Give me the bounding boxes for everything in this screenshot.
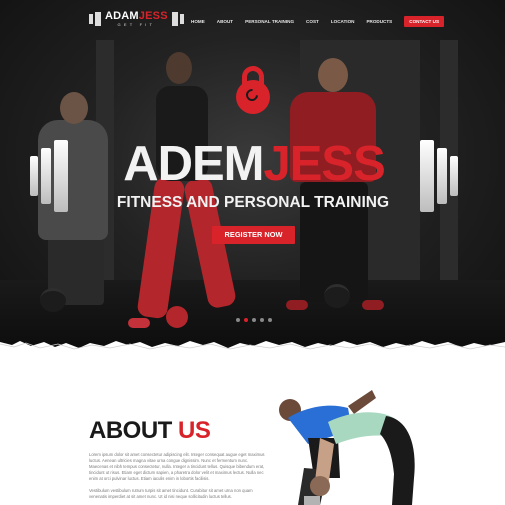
about-paragraph: Vestibulum vestibulum rutrum turpis sit … bbox=[89, 488, 253, 499]
dumbbell-icon bbox=[95, 12, 101, 26]
contact-us-button[interactable]: CONTACT US bbox=[404, 16, 445, 27]
nav-home[interactable]: HOME bbox=[191, 19, 205, 24]
register-button[interactable]: REGISTER NOW bbox=[212, 226, 295, 244]
nav-about[interactable]: ABOUT bbox=[217, 19, 233, 24]
logo-text-white: ADAM bbox=[105, 10, 139, 22]
slider-dot-active[interactable] bbox=[244, 318, 248, 322]
slider-dot[interactable] bbox=[268, 318, 272, 322]
dumbbell-icon bbox=[171, 12, 178, 26]
about-paragraph: Lorem ipsum dolor sit amet consectetur a… bbox=[89, 452, 265, 481]
hero-section: ADEMJESS FITNESS AND PERSONAL TRAINING R… bbox=[0, 0, 505, 350]
hero-title-red: JESS bbox=[263, 137, 385, 191]
nav-personal-training[interactable]: PERSONAL TRAINING bbox=[245, 19, 294, 24]
kettlebell-icon bbox=[166, 306, 188, 328]
dumbbell-right-icon bbox=[420, 140, 461, 212]
hero-subtitle: FITNESS AND PERSONAL TRAINING bbox=[116, 194, 390, 211]
kettlebell-icon bbox=[324, 284, 350, 308]
dumbbell-icon bbox=[89, 14, 93, 24]
site-logo[interactable]: ADAMJESS GET FIT bbox=[88, 11, 185, 27]
top-navigation: ADAMJESS GET FIT HOME ABOUT PERSONAL TRA… bbox=[0, 0, 505, 44]
athlete-center-head bbox=[166, 52, 192, 84]
kettlebell-icon bbox=[40, 288, 66, 312]
main-menu: HOME ABOUT PERSONAL TRAINING COST LOCATI… bbox=[191, 16, 445, 27]
hero-title-white: ADEM bbox=[123, 137, 264, 191]
torn-paper-divider bbox=[0, 341, 505, 354]
about-title-dark: ABOUT bbox=[89, 417, 172, 444]
dumbbell-left-icon bbox=[30, 140, 71, 212]
nav-location[interactable]: LOCATION bbox=[331, 19, 355, 24]
nav-products[interactable]: PRODUCTS bbox=[366, 19, 392, 24]
athlete-right-head bbox=[318, 58, 348, 92]
about-title-red: US bbox=[178, 417, 211, 444]
athlete-left-head bbox=[60, 92, 88, 124]
kettlebell-logo-icon bbox=[236, 66, 270, 116]
logo-text-red: JESS bbox=[138, 10, 168, 22]
slider-dot[interactable] bbox=[236, 318, 240, 322]
nav-cost[interactable]: COST bbox=[306, 19, 319, 24]
shoe bbox=[286, 300, 308, 310]
hero-title: ADEMJESS bbox=[96, 140, 412, 189]
slider-dot[interactable] bbox=[252, 318, 256, 322]
logo-tagline: GET FIT bbox=[117, 22, 156, 27]
slider-dot[interactable] bbox=[260, 318, 264, 322]
shoe bbox=[128, 318, 150, 328]
dumbbell-icon bbox=[179, 14, 184, 24]
about-training-photo bbox=[279, 390, 415, 505]
slider-dots bbox=[236, 318, 276, 322]
shoe bbox=[362, 300, 384, 310]
about-title: ABOUT US bbox=[89, 417, 211, 445]
